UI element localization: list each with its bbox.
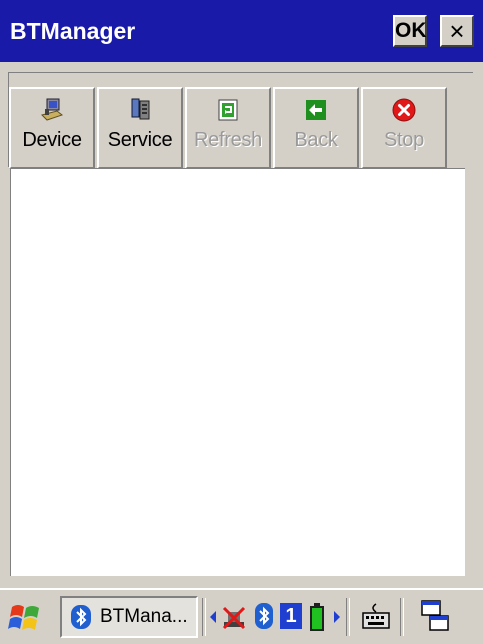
switch-windows-icon[interactable] <box>418 598 452 634</box>
service-server-icon <box>131 98 150 120</box>
back-button[interactable]: Back <box>273 87 359 169</box>
client-area: Device Service Refresh Back Stop <box>0 62 483 588</box>
keyboard-icon[interactable] <box>360 600 392 632</box>
toolbar: Device Service Refresh Back Stop <box>8 72 473 169</box>
windows-flag-icon[interactable] <box>6 599 46 637</box>
device-label: Device <box>22 129 82 151</box>
refresh-icon <box>218 99 238 121</box>
tray-separator <box>202 598 206 636</box>
task-btmanager-button[interactable]: BTMana... <box>60 596 198 638</box>
ok-button[interactable]: OK <box>393 15 427 47</box>
task-label: BTMana... <box>100 606 188 627</box>
device-button[interactable]: Device <box>9 87 95 169</box>
taskbar: BTMana... 1 <box>0 588 483 644</box>
stop-label: Stop <box>384 129 424 151</box>
device-computer-icon <box>41 98 64 121</box>
left-arrow-icon[interactable] <box>208 609 218 625</box>
refresh-button[interactable]: Refresh <box>185 87 271 169</box>
right-arrow-icon[interactable] <box>332 609 342 625</box>
title-bar: BTManager OK × <box>0 0 483 62</box>
stop-icon <box>392 98 416 122</box>
stop-button[interactable]: Stop <box>361 87 447 169</box>
service-label: Service <box>107 129 173 151</box>
tray-separator <box>346 598 350 636</box>
battery-icon[interactable] <box>308 602 326 632</box>
window-title: BTManager <box>10 18 136 44</box>
device-list-panel[interactable] <box>10 168 465 576</box>
back-label: Back <box>294 129 338 151</box>
input-indicator[interactable]: 1 <box>280 603 302 629</box>
network-disconnected-icon[interactable] <box>220 602 248 632</box>
bluetooth-icon <box>71 605 91 629</box>
close-button[interactable]: × <box>440 15 474 47</box>
refresh-label: Refresh <box>194 129 262 151</box>
tray-separator <box>400 598 404 636</box>
service-button[interactable]: Service <box>97 87 183 169</box>
bluetooth-tray-icon[interactable] <box>254 602 274 630</box>
back-arrow-icon <box>306 100 326 120</box>
